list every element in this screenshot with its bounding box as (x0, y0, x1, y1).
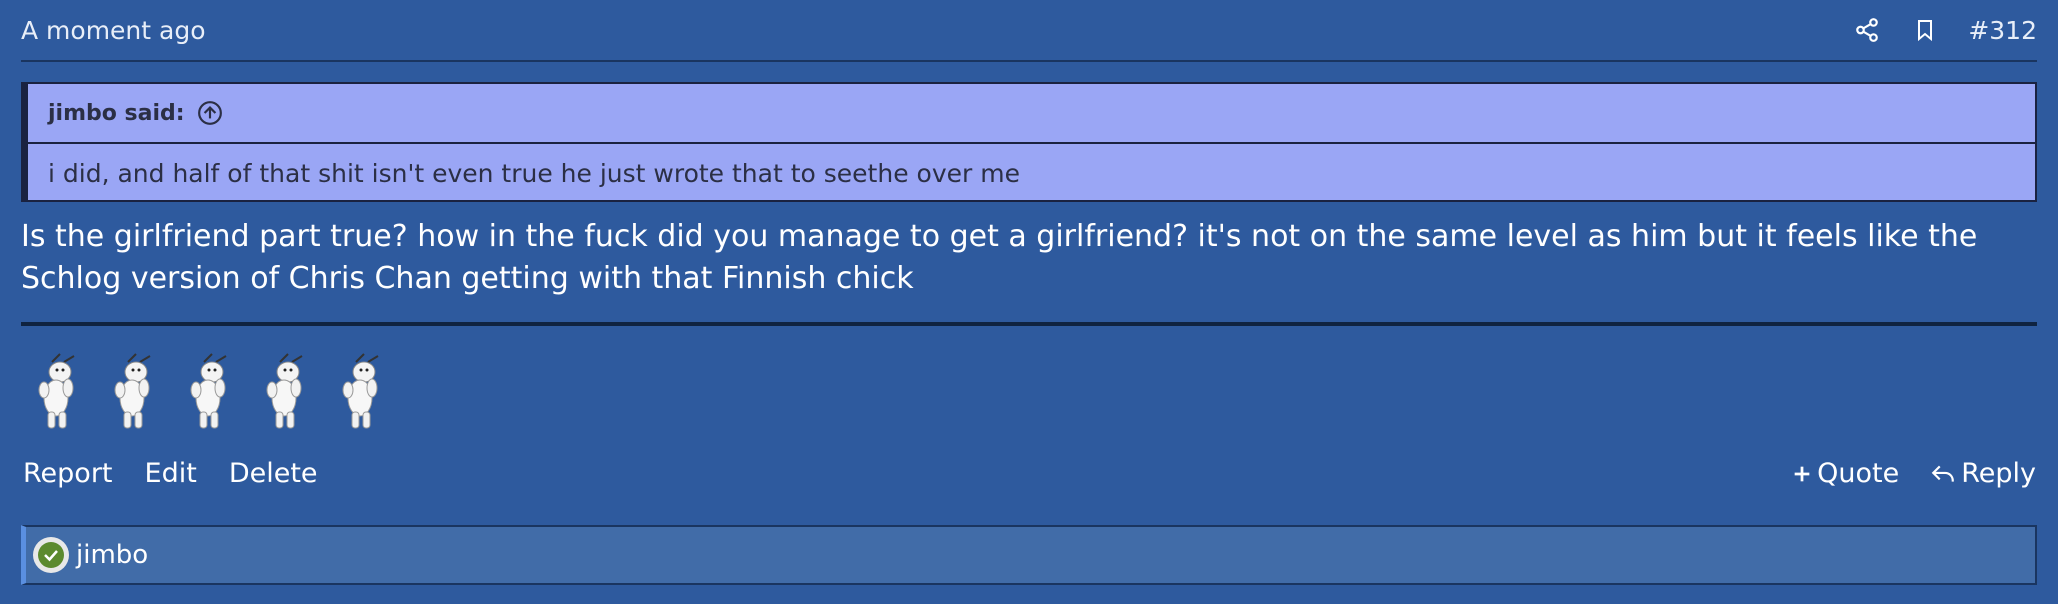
post-message: Is the girlfriend part true? how in the … (21, 216, 2037, 300)
edit-button[interactable]: Edit (145, 458, 197, 489)
reactions-row (30, 352, 390, 432)
reacted-by-bar[interactable]: jimbo (21, 525, 2037, 585)
quote-author-label[interactable]: jimbo said: (48, 101, 185, 126)
report-button[interactable]: Report (23, 458, 113, 489)
reacted-user-name[interactable]: jimbo (76, 540, 148, 570)
reply-button[interactable]: Reply (1929, 458, 2036, 489)
post-number-link[interactable]: #312 (1968, 16, 2037, 45)
message-divider (21, 322, 2037, 326)
dancing-yeti-icon[interactable] (106, 352, 162, 432)
quote-header: jimbo said: (28, 84, 2035, 144)
quote-button[interactable]: Quote (1791, 458, 1899, 489)
share-icon[interactable] (1852, 15, 1882, 45)
post-header: A moment ago #312 (21, 0, 2037, 62)
post-actions-right: Quote Reply (1791, 458, 2036, 489)
quote-block: jimbo said: i did, and half of that shit… (21, 82, 2037, 202)
delete-button[interactable]: Delete (229, 458, 318, 489)
message-line: Schlog version of Chris Chan getting wit… (21, 261, 914, 296)
post-header-actions: #312 (1852, 15, 2037, 45)
plus-icon (1794, 466, 1810, 481)
post-actions-left: Report Edit Delete (23, 458, 318, 489)
message-line: Is the girlfriend part true? how in the … (21, 219, 1978, 254)
post-timestamp[interactable]: A moment ago (21, 16, 206, 45)
quote-button-label: Quote (1817, 458, 1900, 489)
dancing-yeti-icon[interactable] (334, 352, 390, 432)
post-container: A moment ago #312 jimbo said: i did, and… (0, 0, 2058, 604)
quote-text: i did, and half of that shit isn't even … (48, 158, 1020, 188)
check-circle-icon (32, 536, 70, 574)
dancing-yeti-icon[interactable] (182, 352, 238, 432)
reply-button-label: Reply (1961, 458, 2036, 489)
dancing-yeti-icon[interactable] (30, 352, 86, 432)
arrow-up-circle-icon[interactable] (197, 100, 223, 126)
reply-icon (1931, 465, 1955, 482)
dancing-yeti-icon[interactable] (258, 352, 314, 432)
bookmark-icon[interactable] (1910, 15, 1940, 45)
